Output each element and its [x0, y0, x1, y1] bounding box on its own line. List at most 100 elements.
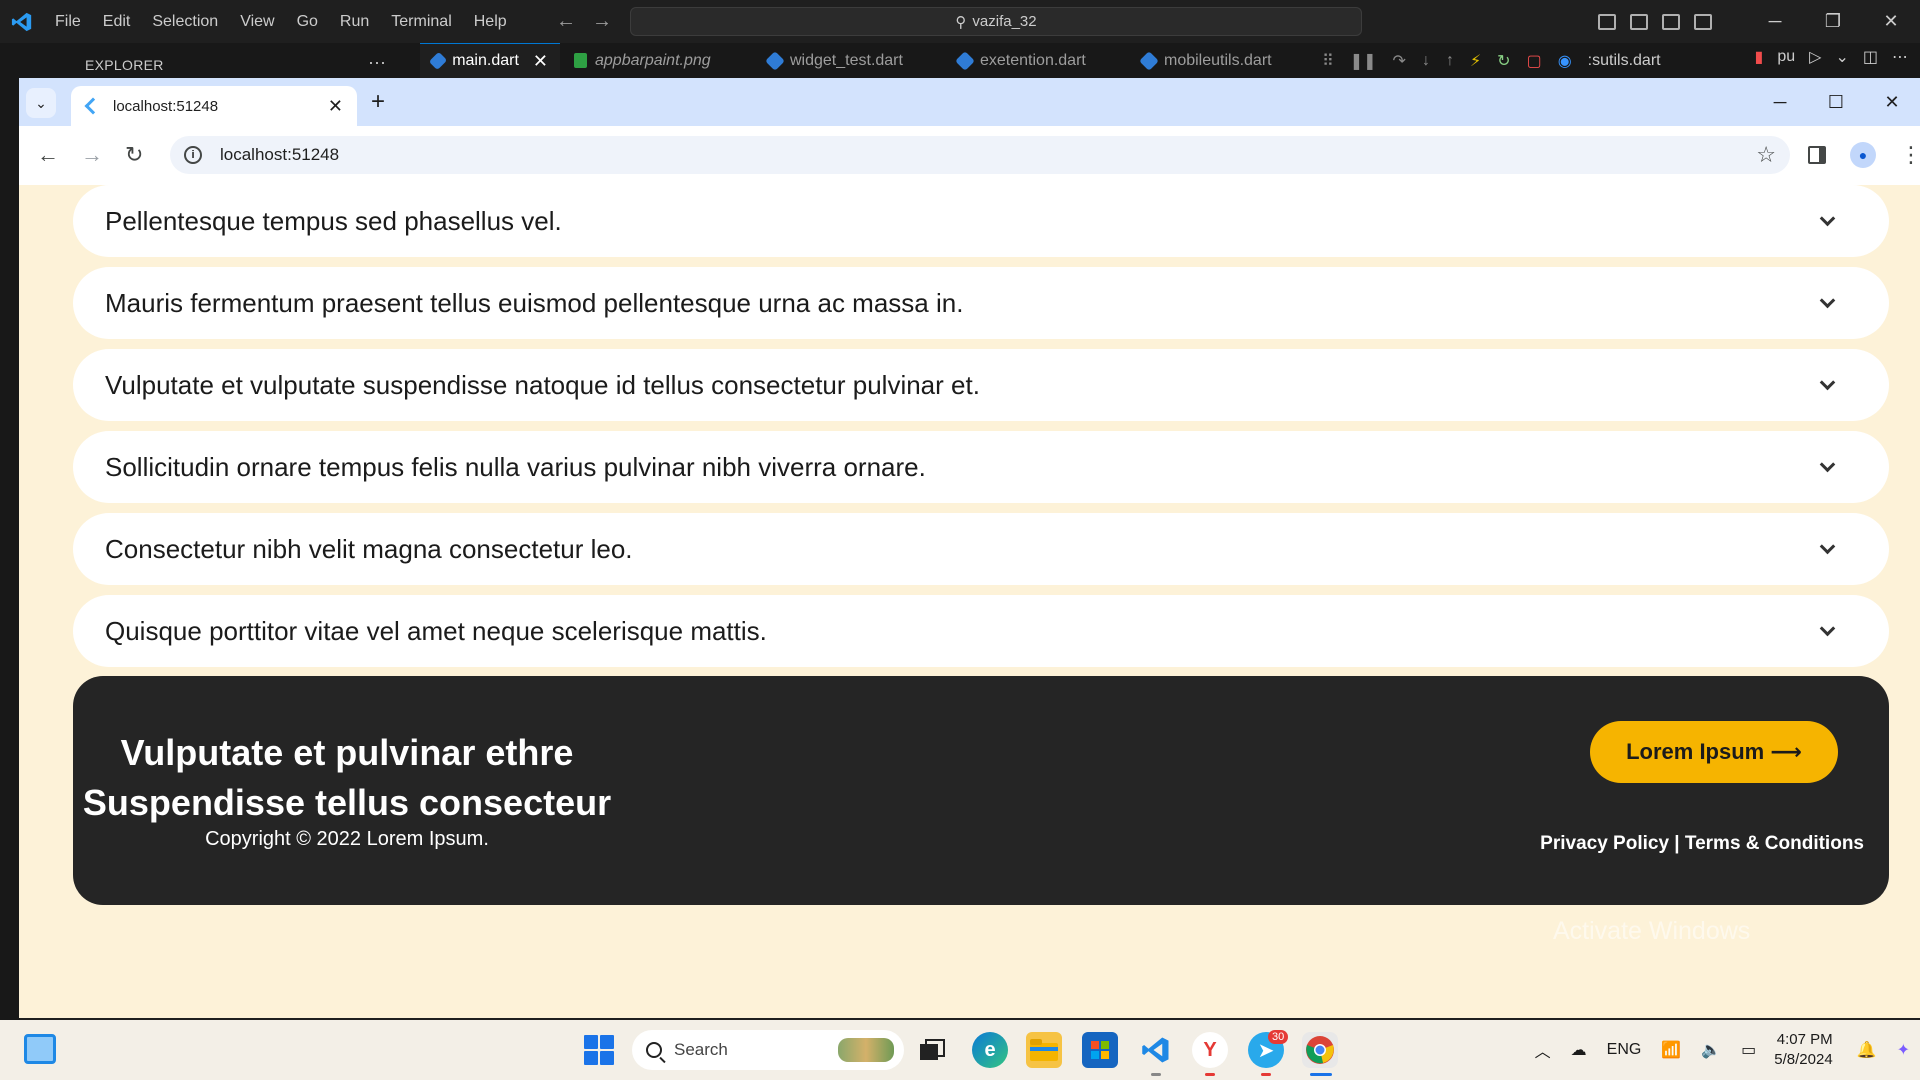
maximize-icon[interactable]: ☐	[1808, 92, 1864, 113]
close-window-icon[interactable]: ✕	[1862, 0, 1920, 43]
tab-sutils-label[interactable]: :sutils.dart	[1588, 52, 1661, 70]
close-window-icon[interactable]: ✕	[1864, 92, 1920, 113]
file-explorer-icon[interactable]	[1026, 1032, 1062, 1068]
footer-copyright: Copyright © 2022 Lorem Ipsum.	[205, 828, 489, 850]
toggle-primary-sidebar-icon[interactable]	[1598, 13, 1616, 30]
widgets-icon[interactable]	[24, 1034, 56, 1064]
chevron-down-icon[interactable]	[1813, 453, 1841, 481]
restart-icon[interactable]: ↻	[1497, 51, 1510, 71]
site-info-icon[interactable]: i	[184, 146, 202, 164]
stop-icon[interactable]: ▢	[1527, 51, 1542, 71]
toggle-secondary-sidebar-icon[interactable]	[1662, 13, 1680, 30]
reload-icon[interactable]: ↻	[125, 142, 143, 168]
battery-icon[interactable]: ▭	[1741, 1040, 1756, 1060]
tab-mobileutils[interactable]: mobileutils.dart	[1130, 43, 1284, 78]
forward-icon[interactable]: →	[81, 142, 103, 168]
input-language[interactable]: ENG	[1607, 1041, 1642, 1059]
new-tab-icon[interactable]: +	[371, 88, 385, 116]
footer-legal-links[interactable]: Privacy Policy | Terms & Conditions	[1540, 833, 1864, 855]
chrome-menu-icon[interactable]: ⋮	[1900, 142, 1920, 168]
explorer-more-actions-icon[interactable]: ···	[368, 52, 386, 73]
address-bar[interactable]: i localhost:51248 ☆	[170, 136, 1790, 174]
step-out-icon[interactable]: ↑	[1446, 52, 1454, 70]
faq-question: Pellentesque tempus sed phasellus vel.	[105, 205, 562, 236]
close-tab-icon[interactable]: ✕	[328, 96, 343, 117]
microsoft-store-icon[interactable]	[1082, 1032, 1118, 1068]
chevron-down-icon[interactable]	[1813, 289, 1841, 317]
toggle-panel-icon[interactable]	[1630, 13, 1648, 30]
dart-file-icon	[428, 51, 448, 71]
show-hidden-icons-chevron-icon[interactable]: ︿	[1535, 1038, 1551, 1062]
onedrive-cloud-icon[interactable]: ☁	[1571, 1040, 1587, 1060]
minimize-icon[interactable]: ─	[1746, 0, 1804, 43]
menu-run[interactable]: Run	[329, 13, 380, 31]
faq-item[interactable]: Pellentesque tempus sed phasellus vel.	[73, 185, 1889, 257]
chrome-taskbar-icon[interactable]	[1302, 1032, 1338, 1068]
tab-pu[interactable]: pu	[1777, 48, 1795, 66]
faq-item[interactable]: Mauris fermentum praesent tellus euismod…	[73, 267, 1889, 339]
more-actions-icon[interactable]: ⋯	[1892, 47, 1908, 67]
notification-bell-icon[interactable]: 🔔	[1857, 1040, 1877, 1060]
hot-reload-icon[interactable]: ⚡	[1470, 51, 1481, 71]
chevron-down-icon[interactable]	[1813, 371, 1841, 399]
chevron-down-icon[interactable]	[1813, 535, 1841, 563]
taskbar-search[interactable]: Search	[632, 1030, 904, 1070]
flutter-favicon-icon	[85, 98, 99, 114]
menu-help[interactable]: Help	[463, 13, 518, 31]
chrome-tab[interactable]: localhost:51248 ✕	[71, 86, 357, 126]
faq-item[interactable]: Vulputate et vulputate suspendisse natoq…	[73, 349, 1889, 421]
dart-file-icon	[1139, 50, 1159, 71]
chevron-down-icon[interactable]	[1813, 617, 1841, 645]
chevron-down-icon[interactable]: ⌄	[1835, 47, 1848, 67]
pause-icon[interactable]: ❚❚	[1350, 51, 1377, 71]
clock-time: 4:07 PM	[1776, 1031, 1833, 1048]
step-over-icon[interactable]: ↷	[1393, 51, 1406, 71]
chrome-window: ⌄ localhost:51248 ✕ + ─ ☐ ✕ ← → ↻ i loca…	[19, 78, 1920, 1018]
volume-icon[interactable]: 🔈	[1701, 1040, 1721, 1060]
back-arrow-icon[interactable]: ←	[556, 10, 576, 33]
running-indicator	[1151, 1073, 1161, 1076]
menu-view[interactable]: View	[229, 13, 285, 31]
back-icon[interactable]: ←	[37, 142, 59, 168]
customize-layout-icon[interactable]	[1694, 13, 1712, 30]
vscode-taskbar-icon[interactable]	[1138, 1032, 1174, 1068]
side-panel-icon[interactable]	[1808, 146, 1826, 164]
command-center-search[interactable]: ⚲ vazifa_32	[630, 7, 1362, 36]
start-button-icon[interactable]	[584, 1035, 614, 1065]
menu-terminal[interactable]: Terminal	[380, 13, 462, 31]
faq-question: Sollicitudin ornare tempus felis nulla v…	[105, 451, 926, 482]
cta-button[interactable]: Lorem Ipsum ⟶	[1590, 721, 1838, 783]
faq-item[interactable]: Quisque porttitor vitae vel amet neque s…	[73, 595, 1889, 667]
tab-search-icon[interactable]: ⌄	[26, 88, 56, 118]
restore-icon[interactable]: ❐	[1804, 0, 1862, 43]
drag-handle-icon[interactable]: ⠿	[1322, 51, 1334, 71]
menu-file[interactable]: File	[44, 13, 92, 31]
menu-edit[interactable]: Edit	[92, 13, 142, 31]
minimize-icon[interactable]: ─	[1752, 92, 1808, 113]
tab-appbarpaint[interactable]: appbarpaint.png	[562, 43, 723, 78]
menu-go[interactable]: Go	[286, 13, 329, 31]
tab-widget-test[interactable]: widget_test.dart	[756, 43, 915, 78]
activate-windows-watermark: Activate Windows	[1553, 917, 1751, 945]
task-view-icon[interactable]	[914, 1032, 950, 1068]
wifi-icon[interactable]: 📶	[1661, 1040, 1681, 1060]
run-icon[interactable]: ▷	[1809, 47, 1821, 67]
forward-arrow-icon[interactable]: →	[592, 10, 612, 33]
split-editor-icon[interactable]: ◫	[1863, 47, 1878, 67]
tab-exetention[interactable]: exetention.dart	[946, 43, 1098, 78]
copilot-icon[interactable]: ✦	[1897, 1040, 1910, 1060]
url-text: localhost:51248	[220, 145, 340, 164]
yandex-browser-icon[interactable]: Y	[1192, 1032, 1228, 1068]
clock[interactable]: 4:07 PM 5/8/2024	[1774, 1030, 1832, 1070]
edge-browser-icon[interactable]: e	[972, 1032, 1008, 1068]
step-into-icon[interactable]: ↓	[1422, 52, 1430, 70]
faq-item[interactable]: Consectetur nibh velit magna consectetur…	[73, 513, 1889, 585]
tab-main-dart[interactable]: main.dart ✕	[420, 43, 560, 78]
faq-item[interactable]: Sollicitudin ornare tempus felis nulla v…	[73, 431, 1889, 503]
devtools-icon[interactable]: ◉	[1558, 51, 1572, 71]
menu-selection[interactable]: Selection	[141, 13, 229, 31]
chevron-down-icon[interactable]	[1813, 207, 1841, 235]
bookmark-star-icon[interactable]: ☆	[1756, 142, 1776, 168]
profile-avatar-icon[interactable]: ●	[1850, 142, 1876, 168]
close-tab-icon[interactable]: ✕	[533, 51, 548, 72]
